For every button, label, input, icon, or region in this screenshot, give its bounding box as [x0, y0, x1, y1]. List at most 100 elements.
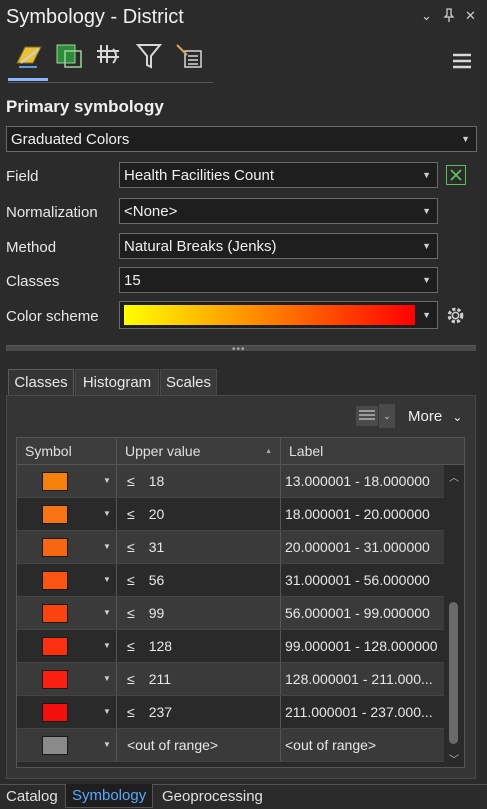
tab-catalog[interactable]: Catalog — [0, 784, 64, 808]
label-cell[interactable]: 18.000001 - 20.000000 — [281, 498, 445, 530]
primary-symbology-icon[interactable] — [12, 40, 46, 72]
symbol-cell[interactable]: ▼ — [17, 465, 117, 497]
method-dropdown[interactable]: Natural Breaks (Jenks) ▼ — [119, 233, 438, 259]
tab-histogram[interactable]: Histogram — [75, 369, 159, 395]
table-row[interactable]: ▼ ≤128 99.000001 - 128.000000 — [17, 630, 445, 663]
operator: ≤ — [127, 638, 135, 654]
symbol-cell[interactable]: ▼ — [17, 531, 117, 563]
scroll-thumb[interactable] — [449, 602, 458, 744]
label-cell[interactable]: 99.000001 - 128.000000 — [281, 630, 445, 662]
table-row[interactable]: ▼ ≤99 56.000001 - 99.000000 — [17, 597, 445, 630]
color-scheme-label: Color scheme — [6, 308, 99, 325]
field-label: Field — [6, 168, 39, 185]
upper-header-label: Upper value — [125, 443, 201, 459]
symbol-swatch[interactable] — [42, 472, 68, 491]
upper-value: 211 — [148, 671, 172, 687]
scroll-up-icon[interactable]: ︿ — [449, 469, 459, 484]
upper-value-cell[interactable]: ≤99 — [117, 597, 281, 629]
symbol-cell[interactable]: ▼ — [17, 597, 117, 629]
label-cell[interactable]: 13.000001 - 18.000000 — [281, 465, 445, 497]
field-dropdown[interactable]: Health Facilities Count ▼ — [119, 162, 438, 188]
chevron-down-icon[interactable]: ▼ — [103, 740, 111, 749]
chevron-down-icon[interactable]: ▼ — [103, 542, 111, 551]
column-header-label[interactable]: Label — [281, 438, 445, 465]
label-cell[interactable]: 20.000001 - 31.000000 — [281, 531, 445, 563]
symbol-layer-drawing-icon[interactable] — [172, 40, 206, 72]
label-cell[interactable]: 56.000001 - 99.000000 — [281, 597, 445, 629]
chevron-down-icon[interactable]: ▼ — [103, 575, 111, 584]
symbology-type-dropdown[interactable]: Graduated Colors ▼ — [6, 126, 477, 152]
label-cell[interactable]: 211.000001 - 237.000... — [281, 696, 445, 728]
symbol-swatch[interactable] — [42, 505, 68, 524]
label-cell[interactable]: <out of range> — [281, 729, 445, 761]
label-cell[interactable]: 31.000001 - 56.000000 — [281, 564, 445, 596]
gear-icon[interactable] — [445, 305, 466, 329]
chevron-down-icon[interactable]: ▼ — [103, 707, 111, 716]
chevron-down-icon[interactable]: ▼ — [103, 476, 111, 485]
table-row[interactable]: ▼ ≤56 31.000001 - 56.000000 — [17, 564, 445, 597]
upper-value-cell[interactable]: ≤211 — [117, 663, 281, 695]
symbol-swatch[interactable] — [42, 538, 68, 557]
symbol-cell[interactable]: ▼ — [17, 663, 117, 695]
normalization-label: Normalization — [6, 204, 98, 221]
symbol-swatch[interactable] — [42, 736, 68, 755]
upper-value: <out of range> — [127, 737, 219, 753]
color-scheme-dropdown[interactable]: ▼ — [119, 301, 438, 329]
menu-icon[interactable] — [452, 52, 472, 73]
table-row[interactable]: ▼ <out of range> <out of range> — [17, 729, 445, 762]
upper-value-cell[interactable]: ≤56 — [117, 564, 281, 596]
classes-value: 15 — [124, 271, 141, 289]
close-icon[interactable]: ✕ — [465, 8, 476, 24]
table-row[interactable]: ▼ ≤211 128.000001 - 211.000... — [17, 663, 445, 696]
column-header-upper-value[interactable]: Upper value ▲ — [117, 438, 281, 465]
upper-value-cell[interactable]: ≤20 — [117, 498, 281, 530]
table-layout-icon[interactable] — [356, 406, 378, 426]
upper-value-cell[interactable]: ≤237 — [117, 696, 281, 728]
table-scrollbar[interactable]: ︿ ﹀ — [444, 465, 464, 767]
symbol-swatch[interactable] — [42, 571, 68, 590]
chevron-down-icon[interactable]: ⌄ — [379, 404, 395, 428]
tab-classes[interactable]: Classes — [8, 369, 74, 395]
column-header-symbol[interactable]: Symbol — [17, 438, 117, 465]
table-row[interactable]: ▼ ≤31 20.000001 - 31.000000 — [17, 531, 445, 564]
symbol-cell[interactable]: ▼ — [17, 564, 117, 596]
classes-dropdown[interactable]: 15 ▼ — [119, 267, 438, 293]
symbol-cell[interactable]: ▼ — [17, 729, 117, 761]
more-button[interactable]: More ⌄ — [408, 408, 462, 425]
upper-value: 99 — [148, 605, 165, 621]
label-cell[interactable]: 128.000001 - 211.000... — [281, 663, 445, 695]
normalization-dropdown[interactable]: <None> ▼ — [119, 198, 438, 224]
upper-value-cell[interactable]: ≤31 — [117, 531, 281, 563]
symbol-swatch[interactable] — [42, 670, 68, 689]
upper-value-cell[interactable]: <out of range> — [117, 729, 281, 761]
symbol-cell[interactable]: ▼ — [17, 696, 117, 728]
table-row[interactable]: ▼ ≤18 13.000001 - 18.000000 — [17, 465, 445, 498]
expression-icon[interactable] — [446, 165, 466, 185]
chevron-down-icon[interactable]: ▼ — [103, 674, 111, 683]
vary-symbology-icon[interactable] — [92, 40, 126, 72]
tab-geoprocessing[interactable]: Geoprocessing — [156, 784, 269, 808]
scroll-down-icon[interactable]: ﹀ — [449, 751, 459, 766]
upper-value: 128 — [148, 638, 173, 654]
options-dropdown-icon[interactable]: ⌄ — [421, 8, 432, 24]
filter-icon[interactable] — [132, 40, 166, 72]
table-row[interactable]: ▼ ≤20 18.000001 - 20.000000 — [17, 498, 445, 531]
chevron-down-icon[interactable]: ▼ — [103, 608, 111, 617]
symbol-cell[interactable]: ▼ — [17, 630, 117, 662]
pin-icon[interactable] — [443, 8, 455, 25]
tab-scales[interactable]: Scales — [160, 369, 217, 395]
normalization-value: <None> — [124, 202, 178, 220]
table-row[interactable]: ▼ ≤237 211.000001 - 237.000... — [17, 696, 445, 729]
symbol-cell[interactable]: ▼ — [17, 498, 117, 530]
chevron-down-icon[interactable]: ▼ — [103, 509, 111, 518]
upper-value-cell[interactable]: ≤18 — [117, 465, 281, 497]
chevron-down-icon[interactable]: ▼ — [103, 641, 111, 650]
secondary-symbology-icon[interactable] — [52, 40, 86, 72]
tab-symbology[interactable]: Symbology — [65, 784, 154, 808]
symbol-swatch[interactable] — [42, 637, 68, 656]
upper-value-cell[interactable]: ≤128 — [117, 630, 281, 662]
symbol-swatch[interactable] — [42, 703, 68, 722]
classes-table: Symbol Upper value ▲ Label ▼ ≤18 13.000001… — [16, 437, 465, 768]
symbol-swatch[interactable] — [42, 604, 68, 623]
chevron-down-icon: ▼ — [422, 206, 431, 216]
